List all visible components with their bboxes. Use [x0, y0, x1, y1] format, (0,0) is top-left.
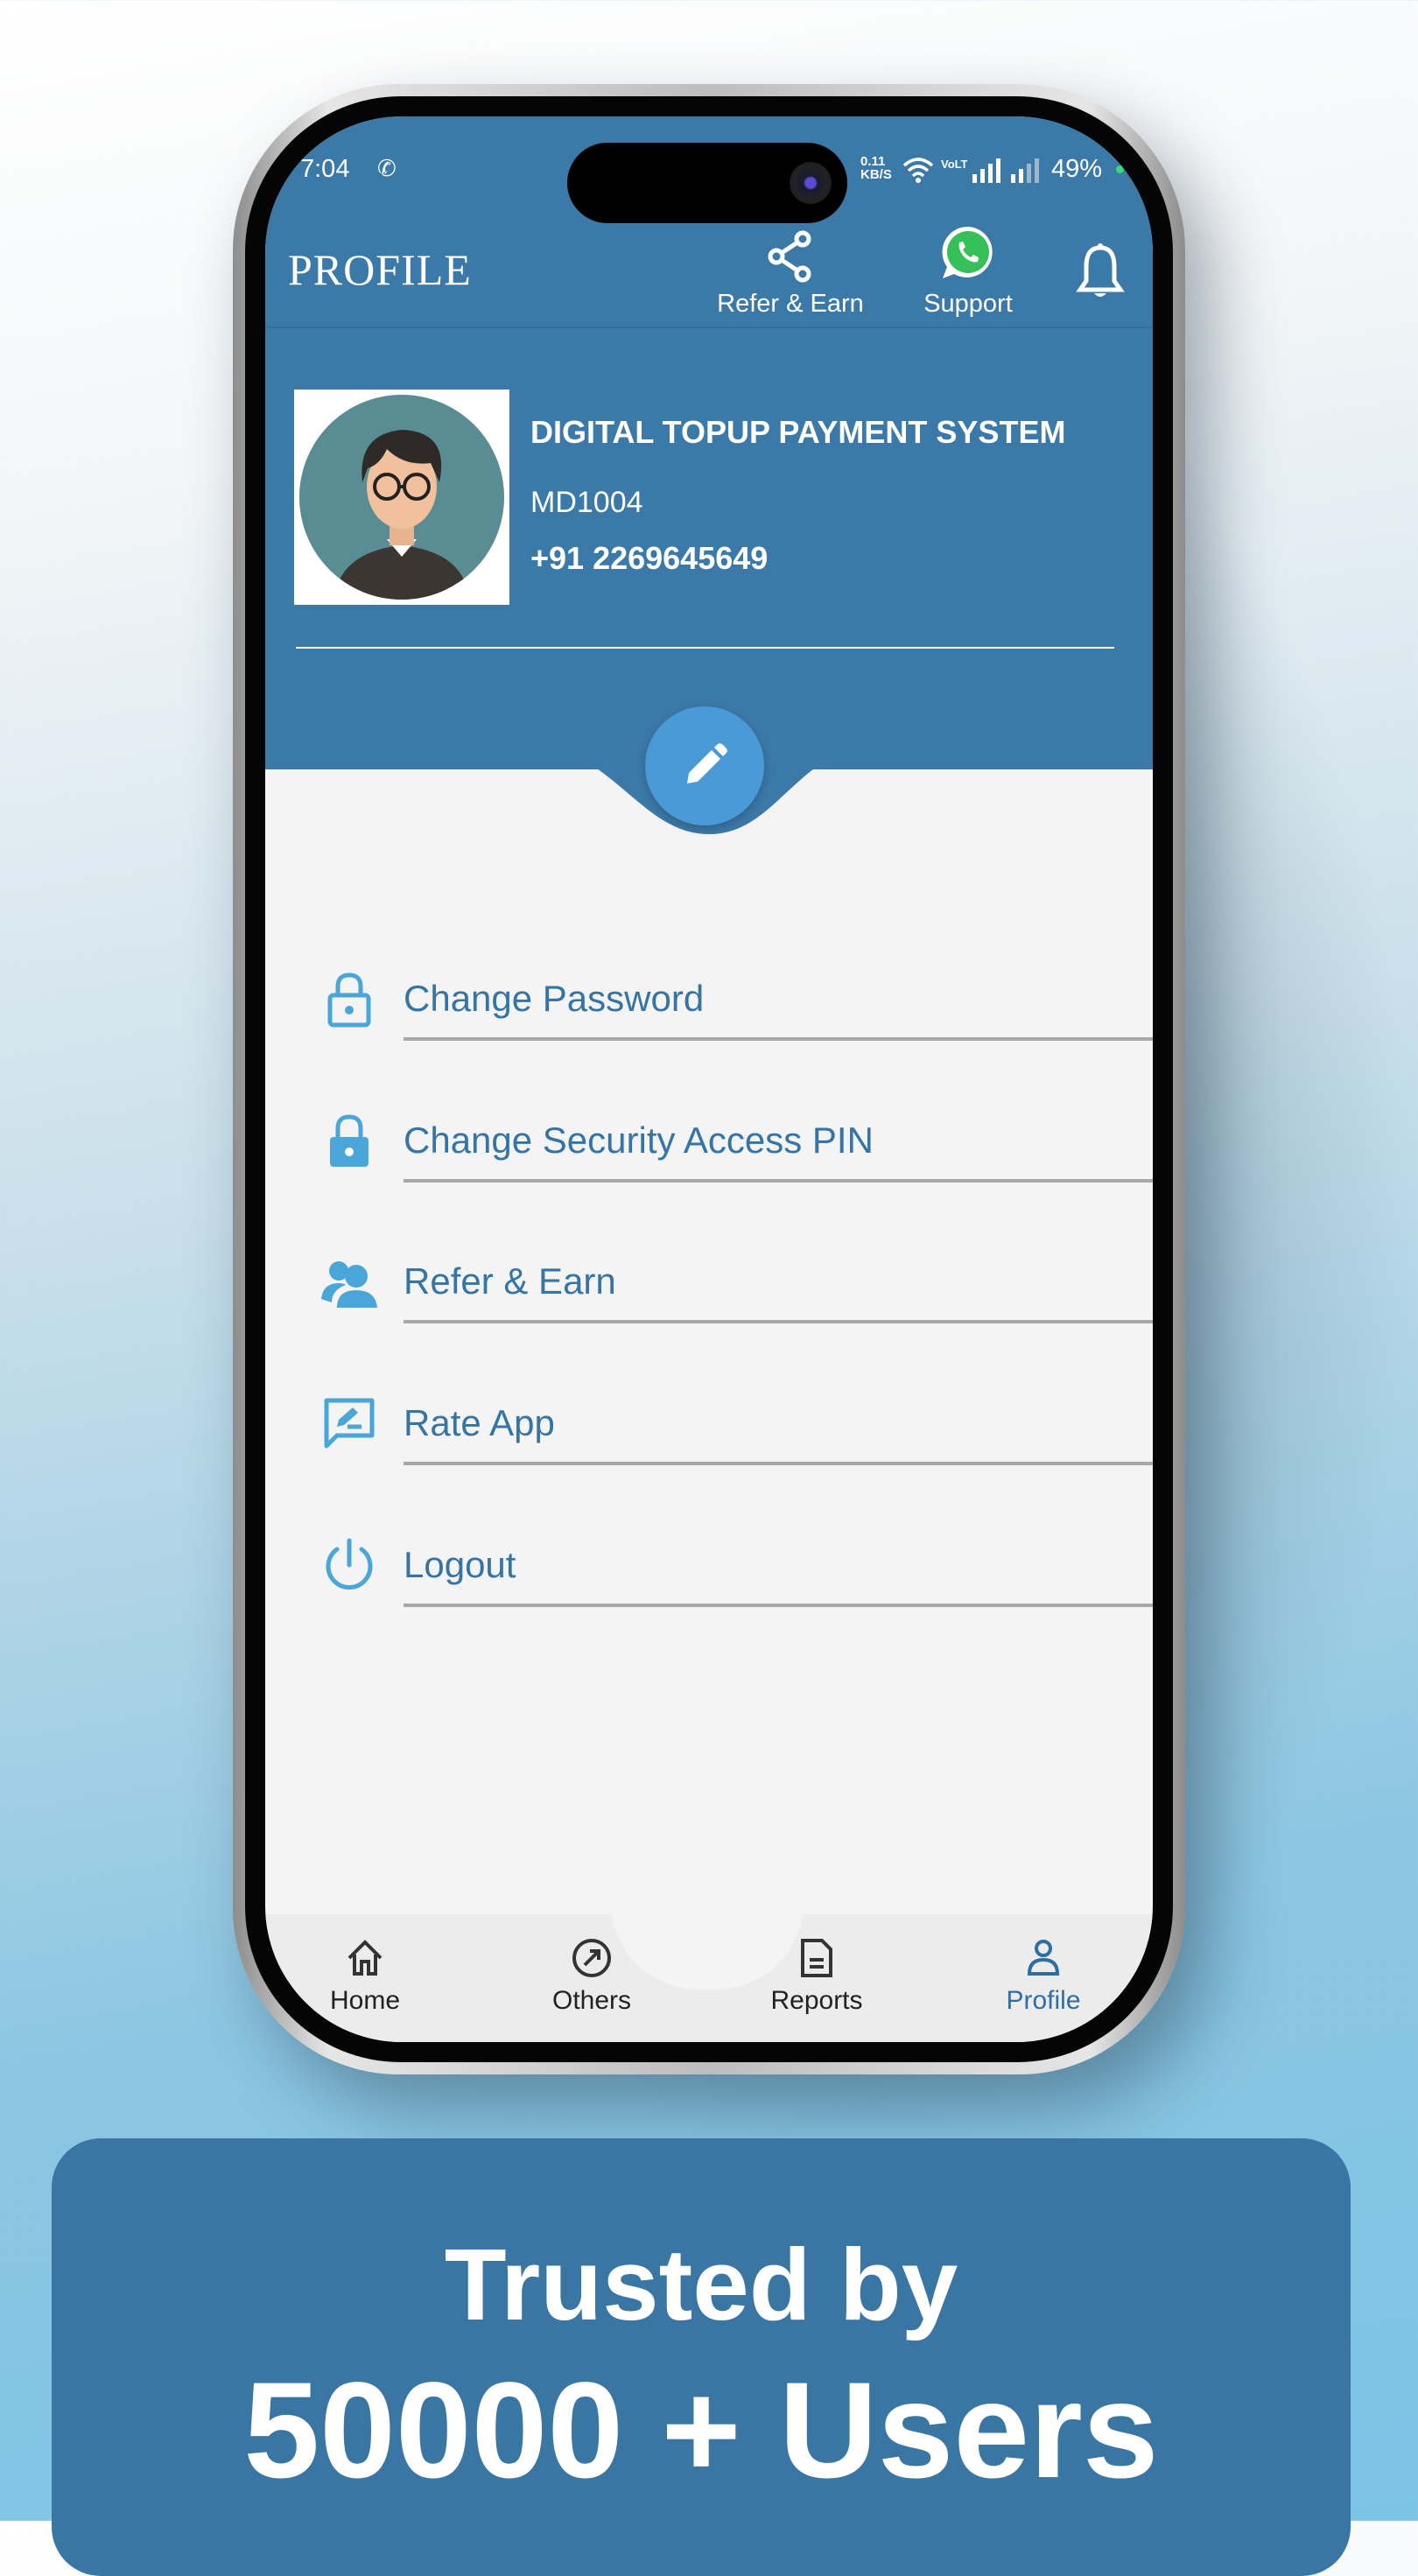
- menu-label: Change Password: [404, 978, 705, 1019]
- notification-bell-icon[interactable]: [1076, 242, 1125, 302]
- menu-item-logout[interactable]: Logout: [265, 1506, 1153, 1628]
- menu-divider: [404, 1604, 1153, 1607]
- signal-icon: [972, 158, 1039, 183]
- lock-icon: [330, 1114, 369, 1167]
- profile-phone: +91 2269645649: [530, 540, 769, 576]
- privacy-dot: [1116, 165, 1124, 173]
- camera-island: [567, 143, 847, 223]
- nav-profile[interactable]: Profile: [956, 1937, 1131, 2016]
- menu-label: Refer & Earn: [404, 1260, 616, 1302]
- app-screen: 7:04 ✆ 0.11KB/S VoLTE 49% PROFILE Refer …: [265, 116, 1153, 2042]
- page-title: PROFILE: [288, 245, 472, 294]
- menu-item-refer-earn[interactable]: Refer & Earn: [265, 1222, 1153, 1344]
- pencil-icon: [687, 743, 727, 783]
- menu-label: Change Security Access PIN: [404, 1120, 874, 1161]
- profile-name: DIGITAL TOPUP PAYMENT SYSTEM: [530, 414, 1066, 450]
- avatar[interactable]: [294, 390, 509, 605]
- menu-divider: [404, 1320, 1153, 1323]
- avatar-illustration: [334, 430, 469, 600]
- menu-item-change-password[interactable]: Change Password: [265, 939, 1153, 1062]
- phone-frame: 7:04 ✆ 0.11KB/S VoLTE 49% PROFILE Refer …: [233, 84, 1185, 2074]
- banner-line1: Trusted by: [444, 2228, 958, 2341]
- nav-home[interactable]: Home: [277, 1937, 453, 2016]
- nav-label: Others: [551, 1986, 632, 2015]
- phone-call-icon: ✆: [377, 155, 397, 181]
- menu-item-rate-app[interactable]: Rate App: [265, 1364, 1153, 1486]
- menu-divider: [404, 1462, 1153, 1465]
- menu-label: Rate App: [404, 1402, 555, 1443]
- support-button[interactable]: Support: [902, 223, 1034, 319]
- menu-label: Logout: [404, 1544, 516, 1585]
- nav-reports[interactable]: Reports: [729, 1937, 904, 2016]
- support-label: Support: [923, 290, 1013, 318]
- share-icon: [768, 230, 811, 283]
- promo-banner: Trusted by 50000 + Users: [52, 2138, 1351, 2576]
- nav-others[interactable]: Others: [504, 1937, 679, 2016]
- refer-earn-label: Refer & Earn: [717, 290, 864, 318]
- users-icon: [321, 1261, 377, 1308]
- net-unit: KB/S: [860, 167, 892, 182]
- battery-level: 49%: [1051, 155, 1103, 183]
- home-icon: [347, 1940, 383, 1976]
- edit-profile-button[interactable]: [645, 706, 764, 825]
- document-icon: [801, 1939, 832, 1977]
- menu-divider: [404, 1179, 1153, 1183]
- banner-line2: 50000 + Users: [243, 2355, 1159, 2507]
- net-speed: 0.11: [860, 154, 886, 169]
- volte-indicator: VoLTE: [941, 158, 967, 170]
- menu-item-change-pin[interactable]: Change Security Access PIN: [265, 1081, 1153, 1204]
- profile-divider: [296, 647, 1114, 649]
- nav-label: Home: [329, 1986, 401, 2015]
- arrow-circle-icon: [572, 1939, 611, 1977]
- refer-earn-button[interactable]: Refer & Earn: [716, 230, 865, 319]
- power-icon: [326, 1538, 373, 1590]
- whatsapp-icon: [942, 226, 993, 278]
- person-icon: [1027, 1940, 1060, 1976]
- status-time: 7:04: [300, 155, 350, 183]
- nav-label: Reports: [770, 1986, 863, 2015]
- menu-divider: [404, 1037, 1153, 1041]
- lock-outline-icon: [327, 972, 371, 1028]
- feedback-icon: [324, 1398, 375, 1449]
- header-divider: [265, 326, 1153, 328]
- wifi-icon: [902, 158, 934, 183]
- nav-label: Profile: [1006, 1986, 1081, 2015]
- profile-id: MD1004: [530, 486, 643, 519]
